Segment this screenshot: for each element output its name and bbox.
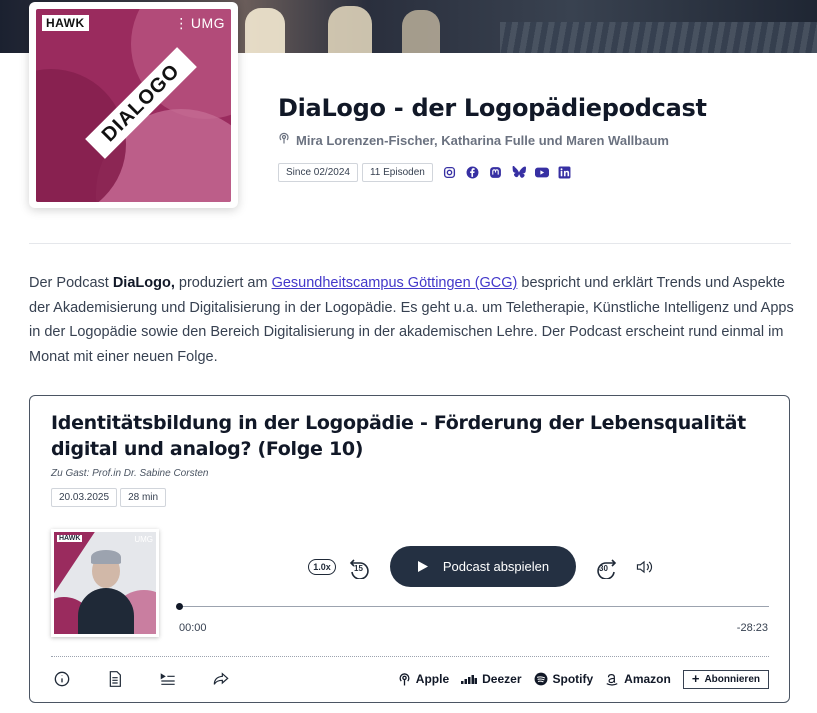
player-toolbar: Apple Deezer Spotify Amazon + Abonnieren xyxy=(51,668,769,690)
forward-30-button[interactable]: 30 xyxy=(592,553,620,581)
transcript-button[interactable] xyxy=(104,668,126,690)
authors-line: Mira Lorenzen-Fischer, Katharina Fulle u… xyxy=(278,132,669,148)
deezer-link[interactable]: Deezer xyxy=(461,672,522,686)
spotify-icon xyxy=(534,672,547,686)
hawk-logo: HAWK xyxy=(42,15,89,31)
linkedin-icon[interactable] xyxy=(558,166,572,180)
podcast-meta: Since 02/2024 11 Episoden xyxy=(278,163,572,182)
progress-bar[interactable] xyxy=(176,603,769,610)
since-badge: Since 02/2024 xyxy=(278,163,358,182)
info-icon xyxy=(54,671,70,687)
mastodon-icon[interactable] xyxy=(489,166,503,180)
instagram-icon[interactable] xyxy=(443,166,457,180)
youtube-icon[interactable] xyxy=(534,166,549,180)
podcast-description: Der Podcast DiaLogo, produziert am Gesun… xyxy=(29,275,794,365)
social-links xyxy=(443,166,572,180)
podcast-icon xyxy=(278,132,290,148)
plus-icon: + xyxy=(691,671,700,686)
progress-handle[interactable] xyxy=(176,603,183,610)
episode-cover: HAWK UMG xyxy=(51,529,159,637)
volume-icon xyxy=(636,560,653,573)
apple-podcasts-link[interactable]: Apple xyxy=(398,672,449,687)
amazon-link[interactable]: Amazon xyxy=(605,672,671,686)
platform-links: Apple Deezer Spotify Amazon + Abonnieren xyxy=(398,669,769,689)
divider xyxy=(51,656,769,657)
subscribe-button[interactable]: + Abonnieren xyxy=(682,669,769,689)
podcast-name-bold: DiaLogo, xyxy=(112,275,175,291)
hawk-logo: HAWK xyxy=(57,535,83,542)
episode-meta: 20.03.2025 28 min xyxy=(51,488,167,507)
rewind-15-button[interactable]: 15 xyxy=(346,553,374,581)
podcast-title: DiaLogo - der Logopädiepodcast xyxy=(278,94,707,122)
podcast-cover: HAWK UMG DIALOGO xyxy=(29,2,238,208)
episodes-badge: 11 Episoden xyxy=(361,163,433,182)
document-icon xyxy=(109,671,121,687)
umg-logo: UMG xyxy=(134,535,153,544)
chapters-button[interactable] xyxy=(157,668,179,690)
gcg-link[interactable]: Gesundheitscampus Göttingen (GCG) xyxy=(272,275,518,291)
spotify-link[interactable]: Spotify xyxy=(534,672,593,686)
info-button[interactable] xyxy=(51,668,73,690)
share-icon xyxy=(213,672,229,685)
deezer-icon xyxy=(461,675,478,684)
umg-logo: UMG xyxy=(174,15,225,32)
playlist-icon xyxy=(160,673,175,685)
amazon-icon xyxy=(606,674,618,686)
episode-player: Identitätsbildung in der Logopädie - För… xyxy=(29,395,790,703)
bluesky-icon[interactable] xyxy=(512,166,526,180)
player-controls: 1.0x 15 Podcast abspielen 30 xyxy=(308,546,658,587)
volume-button[interactable] xyxy=(630,553,658,581)
authors-text: Mira Lorenzen-Fischer, Katharina Fulle u… xyxy=(296,132,669,148)
play-icon xyxy=(417,561,428,572)
share-button[interactable] xyxy=(210,668,232,690)
time-current: 00:00 xyxy=(179,622,207,634)
divider xyxy=(29,243,791,244)
play-button[interactable]: Podcast abspielen xyxy=(390,546,576,587)
facebook-icon[interactable] xyxy=(466,166,480,180)
podcast-icon xyxy=(399,672,410,685)
episode-duration-badge: 28 min xyxy=(120,488,167,507)
time-remaining: -28:23 xyxy=(736,622,768,634)
episode-guest: Zu Gast: Prof.in Dr. Sabine Corsten xyxy=(51,468,209,479)
episode-title: Identitätsbildung in der Logopädie - För… xyxy=(51,412,746,460)
episode-date-badge: 20.03.2025 xyxy=(51,488,118,507)
playback-speed-button[interactable]: 1.0x xyxy=(308,553,336,581)
